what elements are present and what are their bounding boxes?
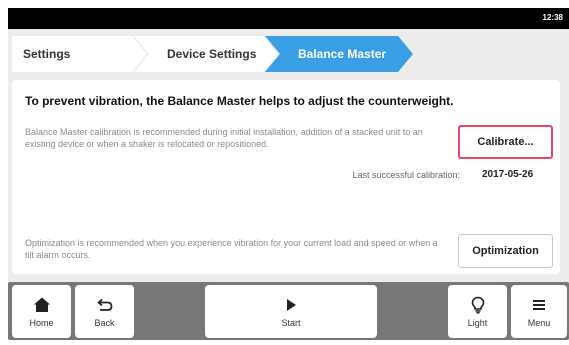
calibration-description: Balance Master calibration is recommende… [25, 127, 423, 149]
back-arrow-icon [97, 298, 112, 311]
menu-button[interactable]: Menu [511, 285, 567, 338]
start-label: Start [281, 317, 301, 328]
hamburger-menu-icon [533, 299, 545, 310]
lightbulb-icon [471, 296, 484, 314]
home-label: Home [29, 317, 54, 328]
menu-label: Menu [527, 317, 551, 328]
breadcrumb-settings[interactable]: Settings [12, 36, 147, 72]
home-icon [33, 297, 50, 312]
start-button[interactable]: Start [205, 285, 377, 338]
back-button[interactable]: Back [75, 285, 134, 338]
screen: Settings Device Settings Balance Master … [8, 29, 569, 340]
play-icon [287, 298, 296, 311]
breadcrumb: Settings Device Settings Balance Master [12, 36, 560, 72]
balance-master-panel: To prevent vibration, the Balance Master… [12, 80, 560, 274]
light-label: Light [467, 317, 488, 328]
status-time: 12:38 [542, 13, 563, 22]
breadcrumb-balance-master[interactable]: Balance Master [265, 36, 413, 72]
status-bar: 12:38 [8, 8, 569, 29]
breadcrumb-device-settings[interactable]: Device Settings [134, 36, 278, 72]
last-calibration-date: 2017-05-26 [482, 169, 534, 180]
back-label: Back [94, 317, 115, 328]
light-button[interactable]: Light [448, 285, 507, 338]
panel-headline: To prevent vibration, the Balance Master… [25, 94, 454, 108]
optimization-button[interactable]: Optimization [458, 234, 553, 268]
home-button[interactable]: Home [12, 285, 71, 338]
calibrate-button[interactable]: Calibrate... [458, 125, 553, 159]
optimization-description: Optimization is recommended when you exp… [25, 238, 438, 260]
bottom-nav-bar: Home Back Start Light Menu [8, 282, 569, 340]
last-calibration-label: Last successful calibration: [352, 170, 460, 180]
